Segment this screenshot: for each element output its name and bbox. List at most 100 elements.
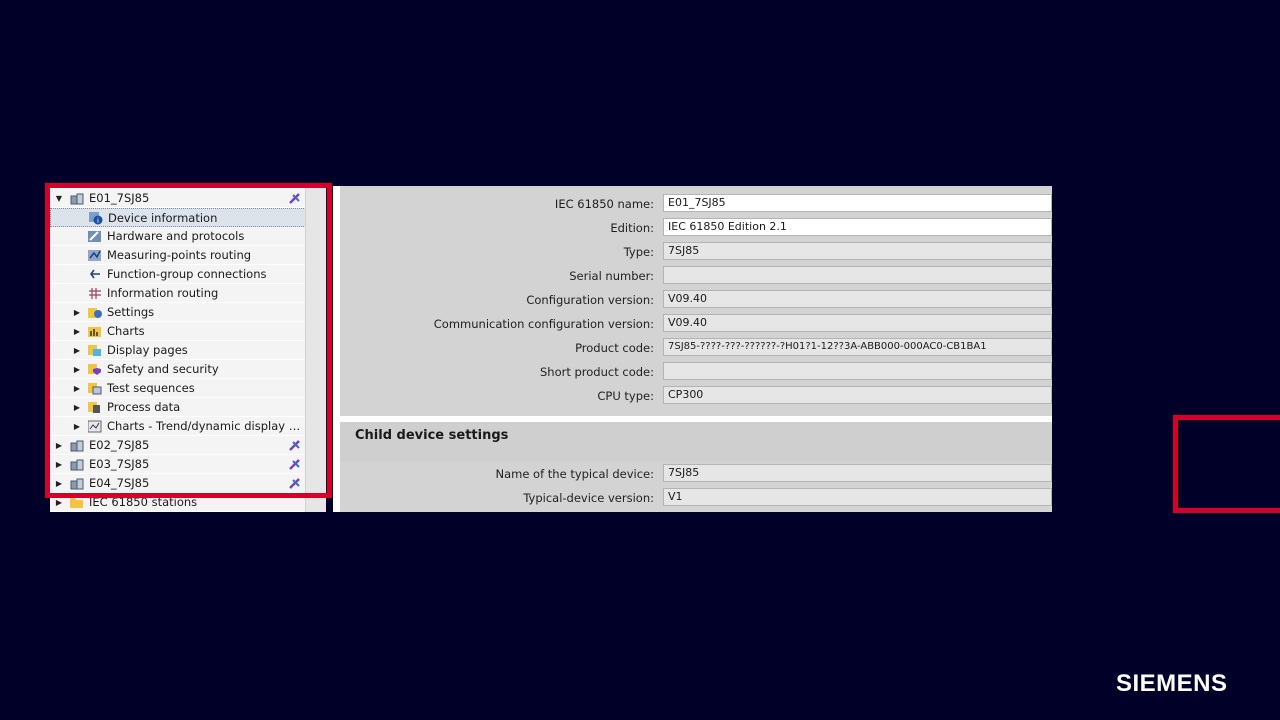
project-tree: ▼ E01_7SJ85i Device information Hardware an… [50,188,326,512]
property-label: Edition: [610,221,654,235]
property-value-field[interactable]: 7SJ85 [663,464,1052,482]
properties-edge [333,186,340,512]
tree-item-label: Process data [107,400,181,414]
hardware-icon [88,230,102,243]
property-row: Serial number: [340,266,1052,288]
property-row: Short product code: [340,362,1052,384]
expand-arrow-icon[interactable]: ▶ [72,360,82,379]
property-row: CPU type: CP300 [340,386,1052,408]
expand-arrow-icon[interactable]: ▶ [72,379,82,398]
tree-item[interactable]: ▶ Process data [50,398,306,417]
info-icon: i [89,212,103,225]
device-icon [70,192,84,205]
tree-item-label: E01_7SJ85 [89,191,150,205]
property-label: Serial number: [569,269,654,283]
test-folder-icon [88,382,102,395]
trend-chart-icon [87,420,102,433]
property-row: Edition: IEC 61850 Edition 2.1 [340,218,1052,240]
properties-panel: IEC 61850 name: E01_7SJ85 Edition: IEC 6185… [333,186,1052,512]
tree-item-label: Charts [107,324,145,338]
tree-item[interactable]: Hardware and protocols [50,227,306,246]
property-value-field[interactable]: 7SJ85-????-???-??????-?H01?1-12??3A-ABB0… [663,338,1052,356]
property-row: Typical-device version: V1 [340,488,1052,510]
tree-item-label: E03_7SJ85 [89,457,150,471]
expand-arrow-icon[interactable]: ▶ [72,303,82,322]
property-row: IEC 61850 name: E01_7SJ85 [340,194,1052,216]
tree-item[interactable]: Information routing [50,284,306,303]
network-connection-icon [288,477,302,490]
tree-item-label: E02_7SJ85 [89,438,150,452]
property-label: Communication configuration version: [433,317,654,331]
tree-item[interactable]: ▶ E03_7SJ85 [50,455,306,474]
tree-item-label: Test sequences [107,381,195,395]
tree-item-label: Device information [108,211,218,225]
tree-item[interactable]: ▶ IEC 61850 stations [50,493,306,512]
property-row: Communication configuration version: V09.… [340,314,1052,336]
tree-item[interactable]: ▶ Settings [50,303,306,322]
expand-arrow-icon[interactable]: ▶ [54,455,64,474]
expand-arrow-icon[interactable]: ▶ [54,436,64,455]
property-label: Typical-device version: [523,491,654,505]
tree-item-label: Function-group connections [107,267,267,281]
expand-arrow-icon[interactable]: ▶ [54,493,64,512]
tree-scrollbar[interactable] [305,188,326,512]
tree-item-label: Safety and security [107,362,219,376]
property-label: CPU type: [597,389,654,403]
tree-item[interactable]: ▶ Display pages [50,341,306,360]
tree-item[interactable]: i Device information [50,208,306,227]
child-device-section-header: Child device settings [340,422,1052,462]
expand-arrow-icon[interactable]: ▶ [54,474,64,493]
tree-item[interactable]: ▶ Safety and security [50,360,306,379]
security-folder-icon [88,363,102,376]
property-label: Short product code: [539,365,654,379]
tree-item-label: IEC 61850 stations [89,495,198,509]
property-row: Name of the typical device: 7SJ85 [340,464,1052,486]
expand-arrow-icon[interactable]: ▶ [72,398,82,417]
property-row: Configuration version: V09.40 [340,290,1052,312]
tree-item[interactable]: ▶ E04_7SJ85 [50,474,306,493]
property-row: Product code: 7SJ85-????-???-??????-?H01?… [340,338,1052,360]
network-connection-icon [288,439,302,452]
tree-item[interactable]: ▶ Test sequences [50,379,306,398]
tree-item[interactable]: ▶ E02_7SJ85 [50,436,306,455]
tree-item[interactable]: Measuring-points routing [50,246,306,265]
display-folder-icon [88,344,102,357]
property-value-field[interactable]: CP300 [663,386,1052,404]
tree-item-label: Measuring-points routing [107,248,252,262]
property-value-field[interactable]: V09.40 [663,314,1052,332]
tree-item[interactable]: ▶ Charts [50,322,306,341]
network-connection-icon [288,458,302,471]
tree-item[interactable]: ▼ E01_7SJ85 [50,189,306,208]
charts-folder-icon [88,325,102,338]
expand-arrow-icon[interactable]: ▶ [72,322,82,341]
property-value-field[interactable]: IEC 61850 Edition 2.1 [663,218,1052,236]
property-value-field[interactable]: E01_7SJ85 [663,194,1052,212]
property-row: Type: 7SJ85 [340,242,1052,264]
expand-arrow-icon[interactable]: ▶ [72,341,82,360]
property-label: Product code: [575,341,654,355]
property-value-field[interactable]: V1 [663,488,1052,506]
connections-icon [88,268,102,281]
tree-item-label: Charts - Trend/dynamic display & fo... [107,419,303,433]
tree-item-label: Information routing [107,286,219,300]
property-value-field[interactable]: V09.40 [663,290,1052,308]
routing-grid-icon [88,287,102,300]
property-label: IEC 61850 name: [554,197,654,211]
property-value-field[interactable] [663,266,1052,284]
property-value-field[interactable] [663,362,1052,380]
property-label: Configuration version: [526,293,654,307]
collapse-arrow-icon[interactable]: ▼ [54,189,64,208]
process-folder-icon [88,401,102,414]
siemens-logo: SIEMENS [1116,670,1228,697]
device-icon [70,458,84,471]
measuring-icon [88,249,102,262]
tree-item-label: Hardware and protocols [107,229,245,243]
expand-arrow-icon[interactable]: ▶ [72,417,82,436]
folder-icon [70,496,84,509]
property-value-field[interactable]: 7SJ85 [663,242,1052,260]
tree-item[interactable]: ▶ Charts - Trend/dynamic display & fo... [50,417,306,436]
tree-item-label: E04_7SJ85 [89,476,150,490]
tree-item[interactable]: Function-group connections [50,265,306,284]
child-device-section-title: Child device settings [355,428,509,443]
property-label: Name of the typical device: [495,467,654,481]
